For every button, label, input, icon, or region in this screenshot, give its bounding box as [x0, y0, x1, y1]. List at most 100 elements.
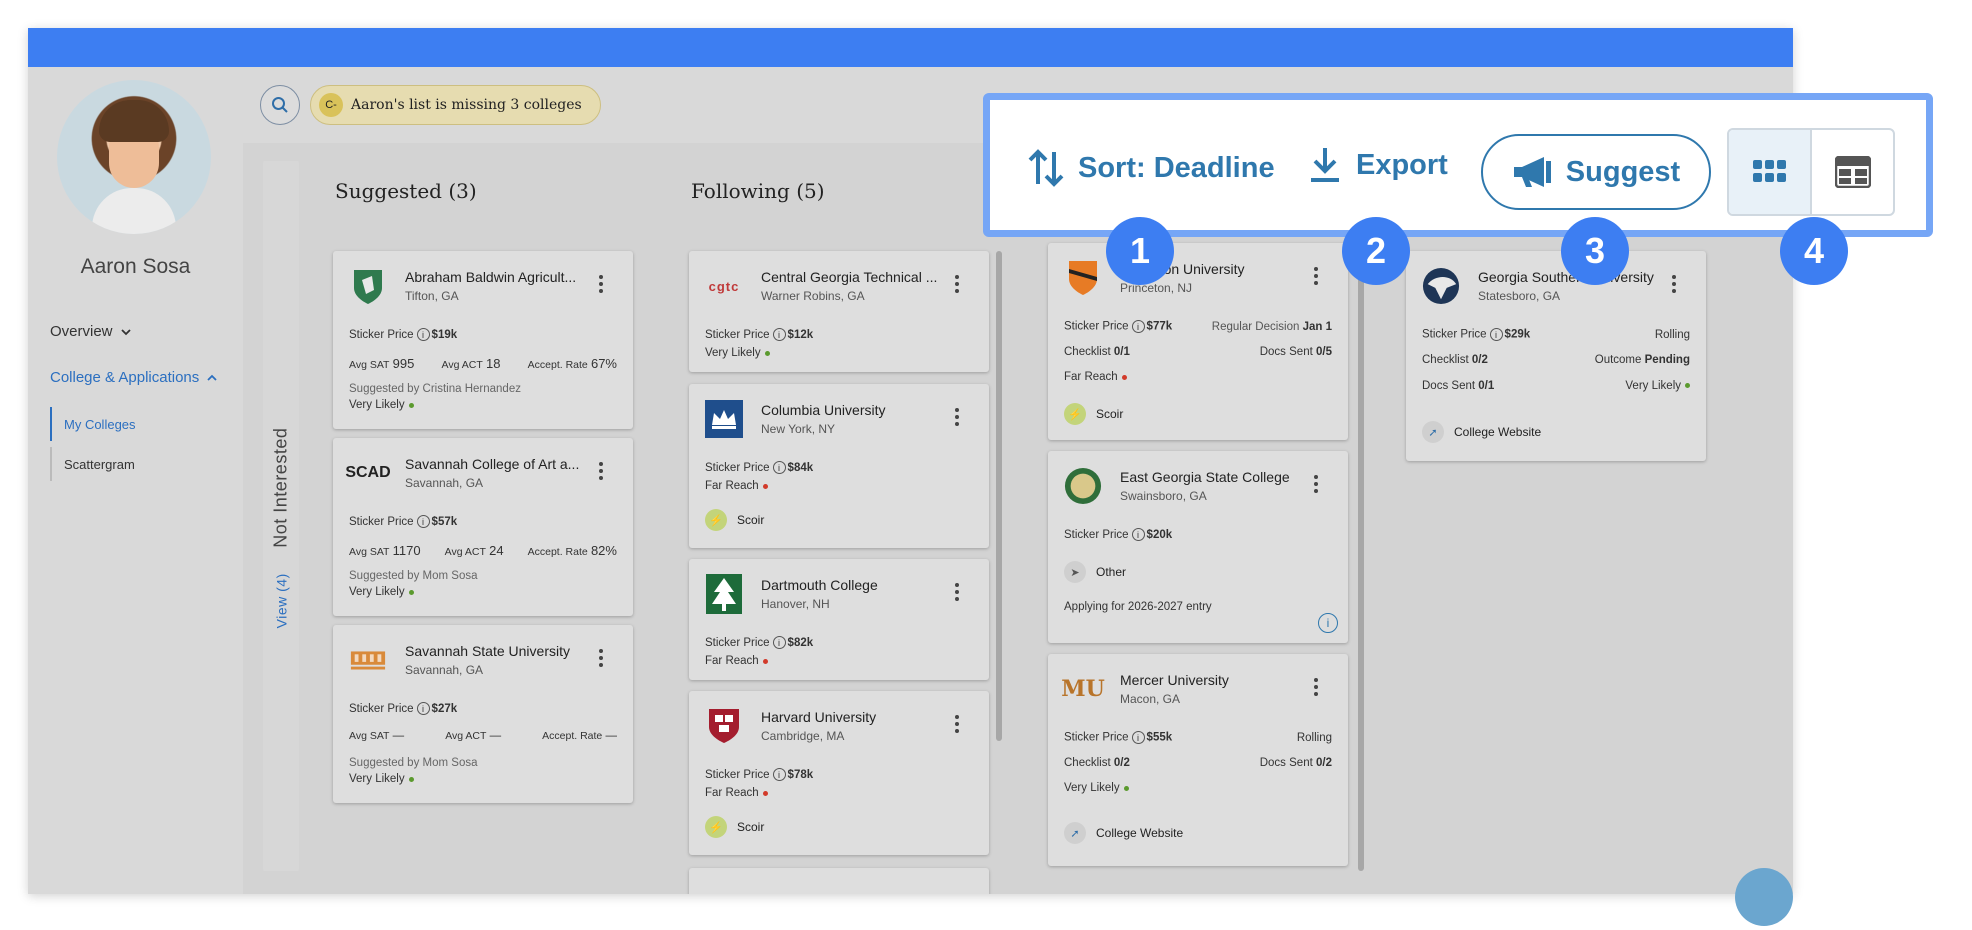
college-name[interactable]: Dartmouth College — [761, 577, 941, 593]
sticker-row: Sticker Price i $55k Rolling — [1064, 731, 1332, 744]
sticker-row: Sticker Price i $20k — [1064, 528, 1173, 541]
college-card[interactable]: East Georgia State College Swainsboro, G… — [1048, 451, 1348, 643]
college-name[interactable]: Abraham Baldwin Agricult... — [405, 269, 585, 285]
grid-view-button[interactable] — [1729, 130, 1812, 214]
college-card[interactable]: Harvard University Cambridge, MA Sticker… — [689, 691, 989, 855]
kebab-menu-icon[interactable] — [599, 649, 605, 667]
sub-nav-my-colleges[interactable]: My Colleges — [50, 407, 136, 441]
college-name[interactable]: Columbia University — [761, 402, 941, 418]
likelihood: Far Reach — [705, 480, 973, 492]
college-name[interactable]: Mercer University — [1120, 672, 1300, 688]
info-icon[interactable]: i — [416, 328, 430, 341]
college-name[interactable]: Central Georgia Technical ... — [761, 269, 941, 285]
list-alert-pill[interactable]: C- Aaron's list is missing 3 colleges — [310, 85, 601, 125]
college-logo — [705, 707, 743, 745]
kebab-menu-icon[interactable] — [955, 275, 961, 293]
college-location: Cambridge, MA — [761, 729, 845, 743]
source: ⚡ Scoir — [705, 816, 764, 838]
college-card[interactable] — [689, 868, 989, 894]
sticker-row: Sticker Price i $82k — [705, 636, 814, 649]
export-button[interactable]: Export — [1308, 146, 1448, 184]
college-card[interactable]: Dartmouth College Hanover, NH Sticker Pr… — [689, 559, 989, 680]
kebab-menu-icon[interactable] — [1314, 475, 1320, 493]
nav-college-applications[interactable]: College & Applications — [50, 369, 219, 386]
sub-nav: My Colleges Scattergram — [50, 407, 136, 487]
college-logo: cgtc — [708, 278, 740, 294]
applying-scrollbar[interactable] — [1358, 251, 1364, 871]
kebab-menu-icon[interactable] — [1672, 275, 1678, 293]
export-label: Export — [1356, 148, 1448, 181]
info-icon[interactable]: i — [1489, 328, 1503, 341]
kebab-menu-icon[interactable] — [1314, 267, 1320, 285]
info-icon[interactable]: i — [772, 461, 786, 474]
stats-row: Avg SAT — Avg ACT — Accept. Rate — — [349, 730, 617, 742]
college-name[interactable]: Harvard University — [761, 709, 941, 725]
nav-overview-label: Overview — [50, 323, 113, 340]
info-icon[interactable]: i — [416, 702, 430, 715]
not-interested-text: Not Interested — [270, 427, 291, 548]
checklist-row: Checklist 0/2 Outcome Pending — [1422, 354, 1690, 366]
cursor-icon: ➚ — [1064, 822, 1086, 844]
alert-text: Aaron's list is missing 3 colleges — [351, 97, 582, 113]
likelihood: Far Reach — [705, 655, 973, 667]
suggest-button[interactable]: Suggest — [1481, 134, 1711, 210]
college-logo: SCAD — [345, 464, 391, 481]
info-icon[interactable]: i — [772, 768, 786, 781]
likelihood: Far Reach — [705, 787, 973, 799]
college-logo — [1064, 259, 1102, 297]
college-card[interactable]: MU Mercer University Macon, GA Sticker P… — [1048, 654, 1348, 866]
source: ➚ College Website — [1422, 421, 1541, 443]
college-name[interactable]: East Georgia State College — [1120, 469, 1300, 485]
college-card[interactable]: Savannah State University Savannah, GA S… — [333, 625, 633, 803]
kebab-menu-icon[interactable] — [955, 715, 961, 733]
college-card[interactable]: Georgia Southern University Statesboro, … — [1406, 251, 1706, 461]
not-interested-view-link[interactable]: View (4) — [274, 573, 290, 628]
college-card[interactable]: SCAD Savannah College of Art a... Savann… — [333, 438, 633, 616]
college-logo — [705, 400, 743, 438]
chat-launcher-button[interactable] — [1735, 868, 1793, 926]
following-scrollbar[interactable] — [996, 251, 1002, 741]
table-view-icon — [1834, 156, 1871, 188]
kebab-menu-icon[interactable] — [599, 275, 605, 293]
info-icon[interactable]: i — [772, 328, 786, 341]
toolbar-zoom: Sort: Deadline Export Suggest — [983, 93, 1933, 237]
college-location: Tifton, GA — [405, 289, 459, 303]
college-location: Savannah, GA — [405, 663, 484, 677]
nav-overview[interactable]: Overview — [50, 323, 133, 340]
college-logo — [349, 641, 387, 679]
paper-plane-icon: ➤ — [1064, 561, 1086, 583]
info-icon[interactable]: i — [416, 515, 430, 528]
college-card[interactable]: cgtc Central Georgia Technical ... Warne… — [689, 251, 989, 372]
info-icon[interactable]: i — [1131, 528, 1145, 541]
following-column-title: Following (5) — [691, 179, 825, 203]
college-location: Swainsboro, GA — [1120, 489, 1207, 503]
sub-nav-scattergram[interactable]: Scattergram — [50, 447, 136, 481]
not-interested-label[interactable]: View (4) Not Interested — [271, 428, 292, 629]
grid-view-icon — [1752, 160, 1786, 182]
student-name: Aaron Sosa — [80, 255, 191, 278]
college-location: Statesboro, GA — [1478, 289, 1561, 303]
info-icon[interactable]: i — [1131, 320, 1145, 333]
source: ➚ College Website — [1064, 822, 1183, 844]
college-card[interactable]: Abraham Baldwin Agricult... Tifton, GA S… — [333, 251, 633, 429]
kebab-menu-icon[interactable] — [955, 583, 961, 601]
kebab-menu-icon[interactable] — [955, 408, 961, 426]
sort-button[interactable]: Sort: Deadline — [1024, 146, 1275, 190]
college-name[interactable]: Savannah College of Art a... — [405, 456, 585, 472]
likelihood: Very Likely — [1064, 782, 1332, 794]
info-icon[interactable]: i — [1318, 613, 1338, 633]
kebab-menu-icon[interactable] — [1314, 678, 1320, 696]
sticker-row: Sticker Price i $77k Regular Decision Jan 1 — [1064, 320, 1332, 333]
kebab-menu-icon[interactable] — [599, 462, 605, 480]
search-button[interactable] — [260, 85, 300, 125]
college-card[interactable]: Princeton University Princeton, NJ Stick… — [1048, 243, 1348, 440]
info-icon[interactable]: i — [772, 636, 786, 649]
likelihood: Very Likely — [349, 773, 617, 785]
info-icon[interactable]: i — [1131, 731, 1145, 744]
college-card[interactable]: Columbia University New York, NY Sticker… — [689, 384, 989, 548]
table-view-button[interactable] — [1812, 130, 1893, 214]
college-name[interactable]: Savannah State University — [405, 643, 585, 659]
source: ⚡ Scoir — [705, 509, 764, 531]
college-logo — [1064, 467, 1102, 505]
stats-row: Avg SAT 995 Avg ACT 18 Accept. Rate 67% — [349, 356, 617, 371]
